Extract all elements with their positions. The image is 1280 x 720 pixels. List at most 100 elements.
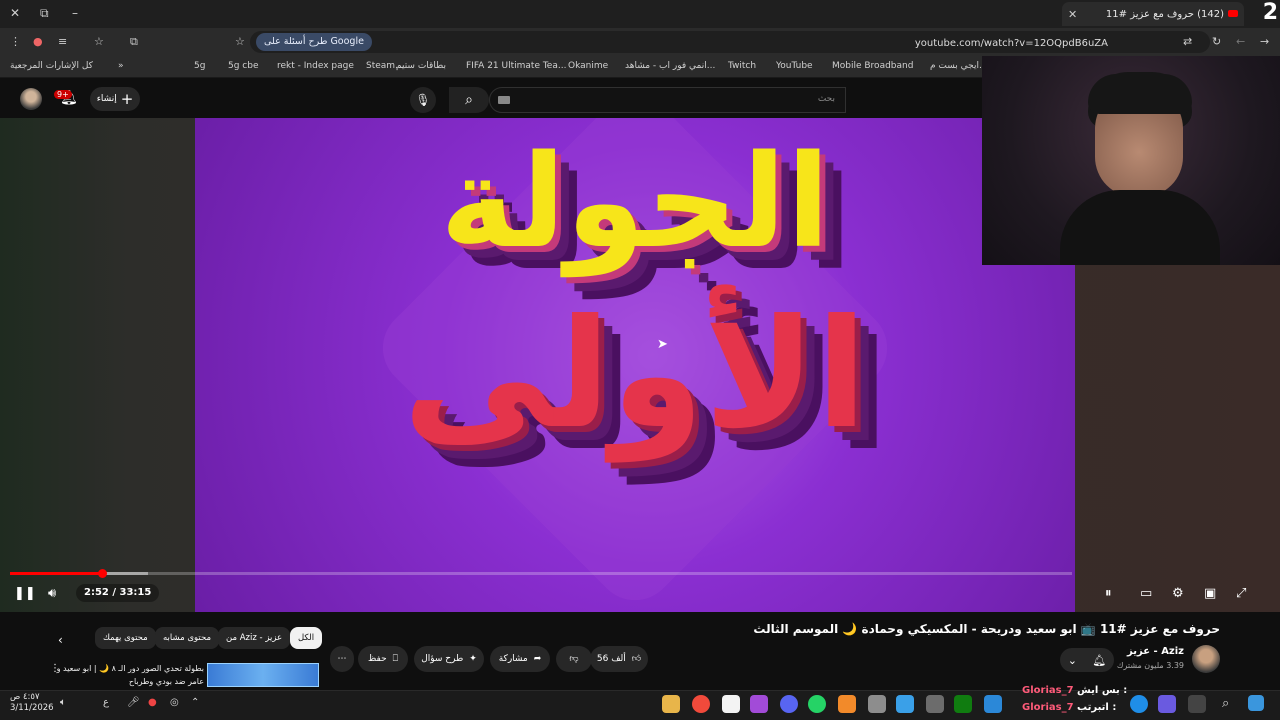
photos-icon[interactable] — [896, 695, 914, 713]
search-button[interactable]: ⌕ — [449, 87, 489, 113]
window-minimize-icon[interactable]: – — [72, 6, 78, 20]
file-explorer-icon[interactable] — [662, 695, 680, 713]
obs-icon[interactable] — [750, 695, 768, 713]
address-bar[interactable]: youtube.com/watch?v=12OQpdB6uZA — [250, 31, 1210, 53]
app-icon[interactable] — [984, 695, 1002, 713]
channel-name[interactable]: Aziz - عزيز — [1127, 646, 1184, 657]
account-avatar[interactable] — [20, 88, 42, 110]
miniplayer-icon[interactable]: ▣ — [1204, 586, 1216, 601]
whatsapp-icon[interactable] — [808, 695, 826, 713]
chip-all[interactable]: الكل — [290, 627, 323, 649]
network-icon[interactable]: ◎ — [170, 697, 179, 708]
share-button[interactable]: مشاركة ➦ — [490, 646, 550, 672]
bookmark-item[interactable]: Twitch — [728, 61, 756, 71]
pause-icon[interactable]: ❚❚ — [14, 586, 36, 601]
browser-tab-active[interactable]: (142) حروف مع عزيز #11 ✕ — [1062, 2, 1244, 26]
bookmark-item[interactable]: انمي فور اب - مشاهد... — [625, 61, 715, 71]
browser-toolbar: youtube.com/watch?v=12OQpdB6uZA طرح أسئل… — [0, 28, 1280, 56]
save-label: حفظ — [367, 654, 387, 664]
chip-for-you[interactable]: محتوى يهمك — [95, 627, 156, 649]
browser-menu-icon[interactable]: ⋮ — [10, 35, 21, 48]
show-hidden-icons-chevron[interactable]: ⌃ — [191, 697, 199, 708]
bookmarks-more-button[interactable]: » — [118, 61, 124, 71]
bookmark-star-icon[interactable]: ☆ — [94, 35, 104, 48]
bookmark-all-bookmarks[interactable]: كل الإشارات المرجعية — [10, 61, 93, 71]
progress-scrubber-handle[interactable] — [98, 569, 107, 578]
autoplay-toggle-icon[interactable]: ⏸︎ — [1105, 586, 1112, 601]
bookmark-item[interactable]: 5g cbe — [228, 61, 259, 71]
mouse-cursor-icon: ➤ — [657, 337, 668, 352]
recommended-video-thumbnail[interactable] — [207, 663, 319, 687]
share-label: مشاركة — [498, 654, 528, 664]
back-icon[interactable]: → — [1260, 35, 1269, 48]
share-icon: ➦ — [533, 654, 542, 664]
edge-icon[interactable] — [1130, 695, 1148, 713]
tab-close-icon[interactable]: ✕ — [1068, 8, 1077, 21]
forward-icon[interactable]: ← — [1236, 35, 1245, 48]
subtitles-icon[interactable]: ▭ — [1140, 586, 1152, 601]
create-button[interactable]: إنشاء + — [90, 87, 140, 111]
keyboard-icon[interactable] — [498, 96, 510, 104]
bookmark-this-icon[interactable]: ☆ — [235, 35, 245, 48]
progress-played — [10, 572, 102, 575]
ask-google-button[interactable]: طرح أسئلة على Google — [256, 33, 372, 51]
recommended-video-title[interactable]: بطولة تحدي الصور دور الـ ٨ 🌙 | ابو سعيد … — [56, 662, 204, 688]
sparkle-icon: ✦ — [469, 654, 477, 664]
more-actions-button[interactable]: ⋯ — [330, 646, 354, 672]
volume-icon[interactable]: 🔊︎ — [48, 586, 56, 601]
subscription-bell-button[interactable]: ⌄ 🔔︎ — [1060, 648, 1114, 672]
fullscreen-icon[interactable]: ⤢ — [1236, 586, 1246, 601]
voice-search-mic-icon[interactable]: 🎙︎ — [410, 87, 436, 113]
like-button[interactable]: 56 ألف 👍︎ — [590, 646, 648, 672]
app-icon[interactable] — [868, 695, 886, 713]
copilot-icon[interactable] — [1158, 695, 1176, 713]
tab-title: (142) حروف مع عزيز #11 — [1105, 8, 1224, 20]
chip-from-channel[interactable]: من Aziz - عزيز — [218, 627, 291, 649]
app-icon[interactable] — [1188, 695, 1206, 713]
speaker-icon[interactable]: 🔈︎ — [60, 697, 66, 708]
chat-text: اتبرتب : — [1077, 702, 1117, 713]
bookmark-item[interactable]: بطاقات ستيم — [396, 61, 446, 71]
taskbar-clock[interactable]: ٤:٥٧ ص 3/11/2026 — [10, 692, 54, 714]
settings-gear-icon[interactable]: ⚙ — [1172, 586, 1184, 601]
chip-similar[interactable]: محتوى مشابه — [155, 627, 219, 649]
window-close-icon[interactable]: ✕ — [10, 6, 20, 20]
thumbs-up-icon: 👍︎ — [631, 654, 642, 664]
save-button[interactable]: حفظ ⎕ — [358, 646, 408, 672]
tray-app-icon[interactable]: ● — [148, 697, 157, 708]
bookmark-item[interactable]: Okanime — [568, 61, 608, 71]
extensions-puzzle-icon[interactable]: ⧉ — [130, 35, 138, 49]
chips-prev-chevron-icon[interactable]: ‹ — [58, 633, 63, 647]
dislike-button[interactable]: 👎︎ — [556, 646, 592, 672]
bookmark-item[interactable]: 5g — [194, 61, 205, 71]
window-restore-icon[interactable]: ⧉ — [40, 6, 49, 21]
app-icon[interactable] — [838, 695, 856, 713]
channel-avatar[interactable] — [1192, 645, 1220, 673]
chrome-icon[interactable] — [692, 695, 710, 713]
search-input[interactable]: بحث — [489, 87, 846, 113]
address-bar-url: youtube.com/watch?v=12OQpdB6uZA — [914, 38, 1108, 49]
youtube-favicon-icon — [1228, 9, 1238, 17]
profile-icon[interactable]: ● — [33, 35, 43, 48]
recommended-more-icon[interactable]: ⋮ — [50, 663, 60, 674]
time-display: 2:52 / 33:15 — [76, 584, 160, 602]
bookmark-item[interactable]: Mobile Broadband — [832, 61, 913, 71]
app-icon[interactable] — [926, 695, 944, 713]
reload-icon[interactable]: ↻ — [1212, 35, 1221, 48]
discord-icon[interactable] — [780, 695, 798, 713]
windows-start-icon[interactable] — [1248, 695, 1264, 711]
bookmark-item[interactable]: FIFA 21 Ultimate Tea... — [466, 61, 566, 71]
taskbar-search-icon[interactable]: ⌕ — [1222, 696, 1229, 711]
capcut-icon[interactable] — [722, 695, 740, 713]
ask-button[interactable]: طرح سؤال ✦ — [414, 646, 484, 672]
input-language[interactable]: ع — [103, 697, 109, 708]
bookmark-item[interactable]: ايجي بست م... — [930, 61, 988, 71]
bookmark-item[interactable]: rekt - Index page — [277, 61, 354, 71]
extension-icon[interactable]: ≡ — [58, 35, 67, 48]
browser-tab-bar: ✕ ⧉ – + (142) حروف مع عزيز #11 ✕ 2 — [0, 0, 1280, 28]
bookmark-item[interactable]: YouTube — [776, 61, 813, 71]
xbox-icon[interactable] — [954, 695, 972, 713]
site-settings-icon[interactable]: ⇄ — [1183, 35, 1192, 48]
progress-bar[interactable] — [10, 572, 1072, 575]
microphone-tray-icon[interactable]: 🎤︎ — [127, 697, 140, 708]
